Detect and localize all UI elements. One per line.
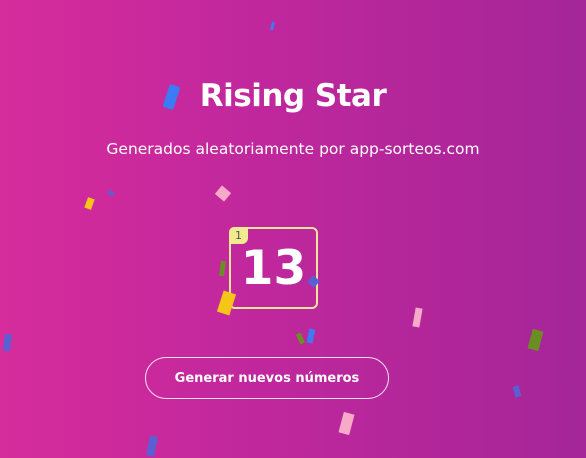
confetti-piece [107, 189, 115, 197]
confetti-piece [527, 328, 544, 352]
confetti-piece [306, 328, 316, 344]
confetti-piece [295, 332, 306, 345]
result-number: 13 [240, 241, 307, 296]
confetti-piece [338, 411, 355, 436]
generate-new-numbers-button[interactable]: Generar nuevos números [145, 357, 389, 399]
confetti-piece [216, 290, 237, 316]
confetti-piece [146, 435, 158, 457]
confetti-piece [512, 385, 522, 398]
confetti-piece [270, 21, 275, 31]
confetti-piece [412, 307, 423, 328]
confetti-piece [84, 197, 95, 210]
confetti-piece [2, 333, 13, 352]
page-subtitle: Generados aleatoriamente por app-sorteos… [106, 140, 480, 158]
page-title: Rising Star [199, 78, 387, 114]
confetti-piece [218, 260, 227, 277]
result-number-card: 1 13 [229, 227, 318, 309]
confetti-piece [214, 185, 232, 202]
